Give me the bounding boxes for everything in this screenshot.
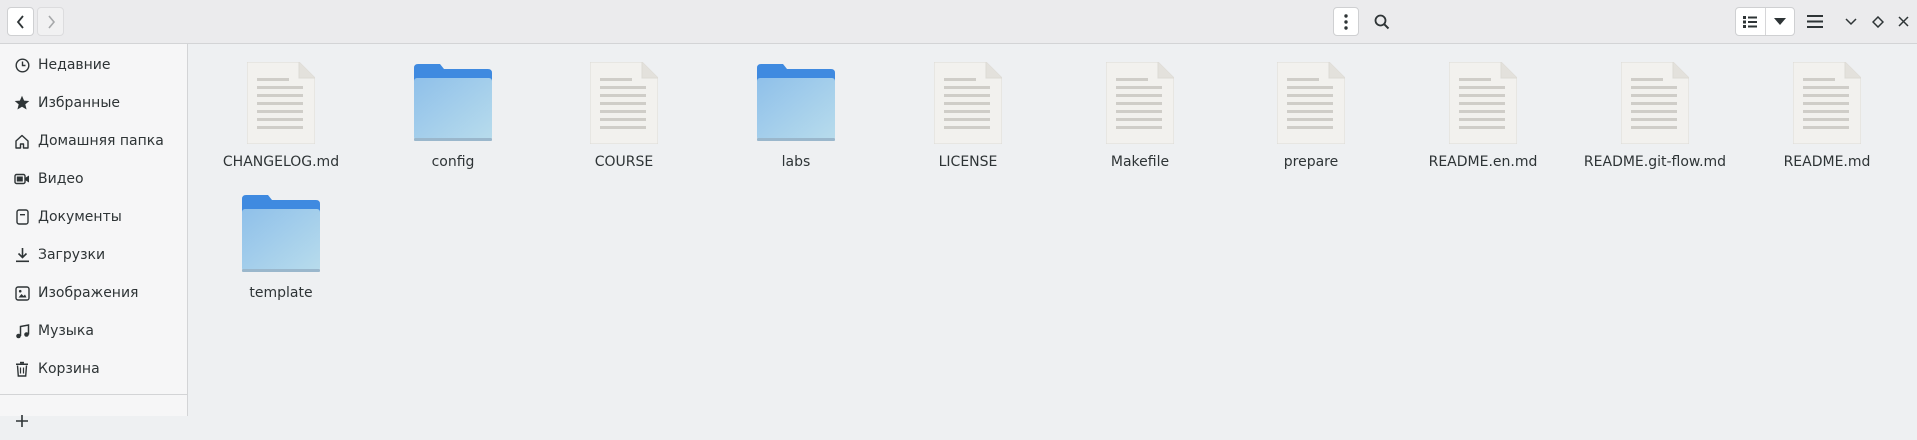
folder-item[interactable]: labs	[710, 44, 882, 172]
file-name: LICENSE	[938, 154, 998, 170]
sidebar-item-label: Корзина	[38, 361, 100, 377]
maximize-button[interactable]	[1868, 7, 1888, 36]
header-bar	[0, 0, 1917, 44]
chevron-right-icon	[45, 14, 57, 29]
sidebar-item-label: Музыка	[38, 323, 94, 339]
hamburger-icon	[1807, 15, 1823, 28]
video-icon	[14, 171, 30, 187]
text-file-icon	[589, 61, 659, 148]
sidebar-divider	[0, 394, 188, 395]
sidebar-item-recent[interactable]: Недавние	[0, 46, 188, 84]
folder-name: labs	[781, 154, 811, 170]
forward-button[interactable]	[37, 7, 64, 36]
search-button[interactable]	[1368, 7, 1396, 36]
folder-name: template	[249, 285, 313, 301]
sidebar-item-downloads[interactable]: Загрузки	[0, 236, 188, 274]
clock-icon	[14, 57, 30, 73]
folder-item[interactable]: config	[367, 44, 539, 172]
sidebar-item-label: Загрузки	[38, 247, 106, 263]
text-file-icon	[1276, 61, 1346, 148]
document-icon	[14, 209, 30, 225]
text-file-icon	[1105, 61, 1175, 148]
file-item[interactable]: CHANGELOG.md	[195, 44, 367, 172]
sidebar-item-music[interactable]: Музыка	[0, 312, 188, 350]
image-icon	[14, 285, 30, 301]
folder-icon	[242, 193, 320, 279]
file-name: Makefile	[1110, 154, 1170, 170]
sidebar-item-label: Документы	[38, 209, 122, 225]
back-button[interactable]	[7, 7, 34, 36]
list-view-icon	[1743, 15, 1758, 28]
folder-name: config	[431, 154, 475, 170]
vertical-dots-icon	[1344, 13, 1348, 30]
music-icon	[14, 323, 30, 339]
sidebar-item-other-locations[interactable]	[0, 402, 188, 440]
chevron-left-icon	[15, 14, 27, 29]
text-file-icon	[246, 61, 316, 148]
file-name: README.git-flow.md	[1583, 154, 1727, 170]
sidebar-item-home[interactable]: Домашняя папка	[0, 122, 188, 160]
file-item[interactable]: README.git-flow.md	[1569, 44, 1741, 172]
sidebar-item-starred[interactable]: Избранные	[0, 84, 188, 122]
file-name: COURSE	[594, 154, 654, 170]
plus-icon	[14, 413, 30, 429]
view-options-dropdown[interactable]	[1766, 8, 1795, 35]
sidebar-item-trash[interactable]: Корзина	[0, 350, 188, 388]
sidebar: Недавние Избранные Домашняя папка Видео …	[0, 44, 188, 427]
sidebar-item-documents[interactable]: Документы	[0, 198, 188, 236]
trash-icon	[14, 361, 30, 377]
sidebar-item-label: Видео	[38, 171, 84, 187]
sidebar-item-label: Изображения	[38, 285, 139, 301]
search-icon	[1374, 14, 1390, 30]
close-icon	[1897, 16, 1909, 27]
folder-item[interactable]: template	[195, 175, 367, 303]
file-name: README.md	[1783, 154, 1871, 170]
file-name: CHANGELOG.md	[222, 154, 340, 170]
close-button[interactable]	[1893, 7, 1913, 36]
minimize-icon	[1845, 17, 1857, 26]
list-view-button[interactable]	[1736, 8, 1766, 35]
file-item[interactable]: Makefile	[1054, 44, 1226, 172]
sidebar-item-label: Избранные	[38, 95, 120, 111]
sidebar-item-videos[interactable]: Видео	[0, 160, 188, 198]
view-mode-toggle[interactable]	[1735, 7, 1795, 36]
text-file-icon	[1448, 61, 1518, 148]
download-icon	[14, 247, 30, 263]
maximize-icon	[1872, 15, 1884, 28]
file-grid: CHANGELOG.md config COURSE labs LICENSE …	[189, 44, 1917, 416]
file-item[interactable]: README.en.md	[1397, 44, 1569, 172]
text-file-icon	[1620, 61, 1690, 148]
file-item[interactable]: COURSE	[538, 44, 710, 172]
folder-icon	[414, 62, 492, 148]
file-item[interactable]: LICENSE	[882, 44, 1054, 172]
home-icon	[14, 133, 30, 149]
folder-icon	[757, 62, 835, 148]
sidebar-item-label: Домашняя папка	[38, 133, 164, 149]
triangle-down-icon	[1773, 17, 1786, 26]
file-item[interactable]: prepare	[1225, 44, 1397, 172]
file-name: README.en.md	[1428, 154, 1538, 170]
file-name: prepare	[1283, 154, 1339, 170]
text-file-icon	[933, 61, 1003, 148]
sidebar-item-pictures[interactable]: Изображения	[0, 274, 188, 312]
sidebar-item-label: Недавние	[38, 57, 111, 73]
minimize-button[interactable]	[1841, 7, 1861, 36]
file-item[interactable]: README.md	[1741, 44, 1913, 172]
main-menu-button[interactable]	[1801, 7, 1829, 36]
path-menu-button[interactable]	[1333, 7, 1359, 36]
text-file-icon	[1792, 61, 1862, 148]
star-icon	[14, 95, 30, 111]
